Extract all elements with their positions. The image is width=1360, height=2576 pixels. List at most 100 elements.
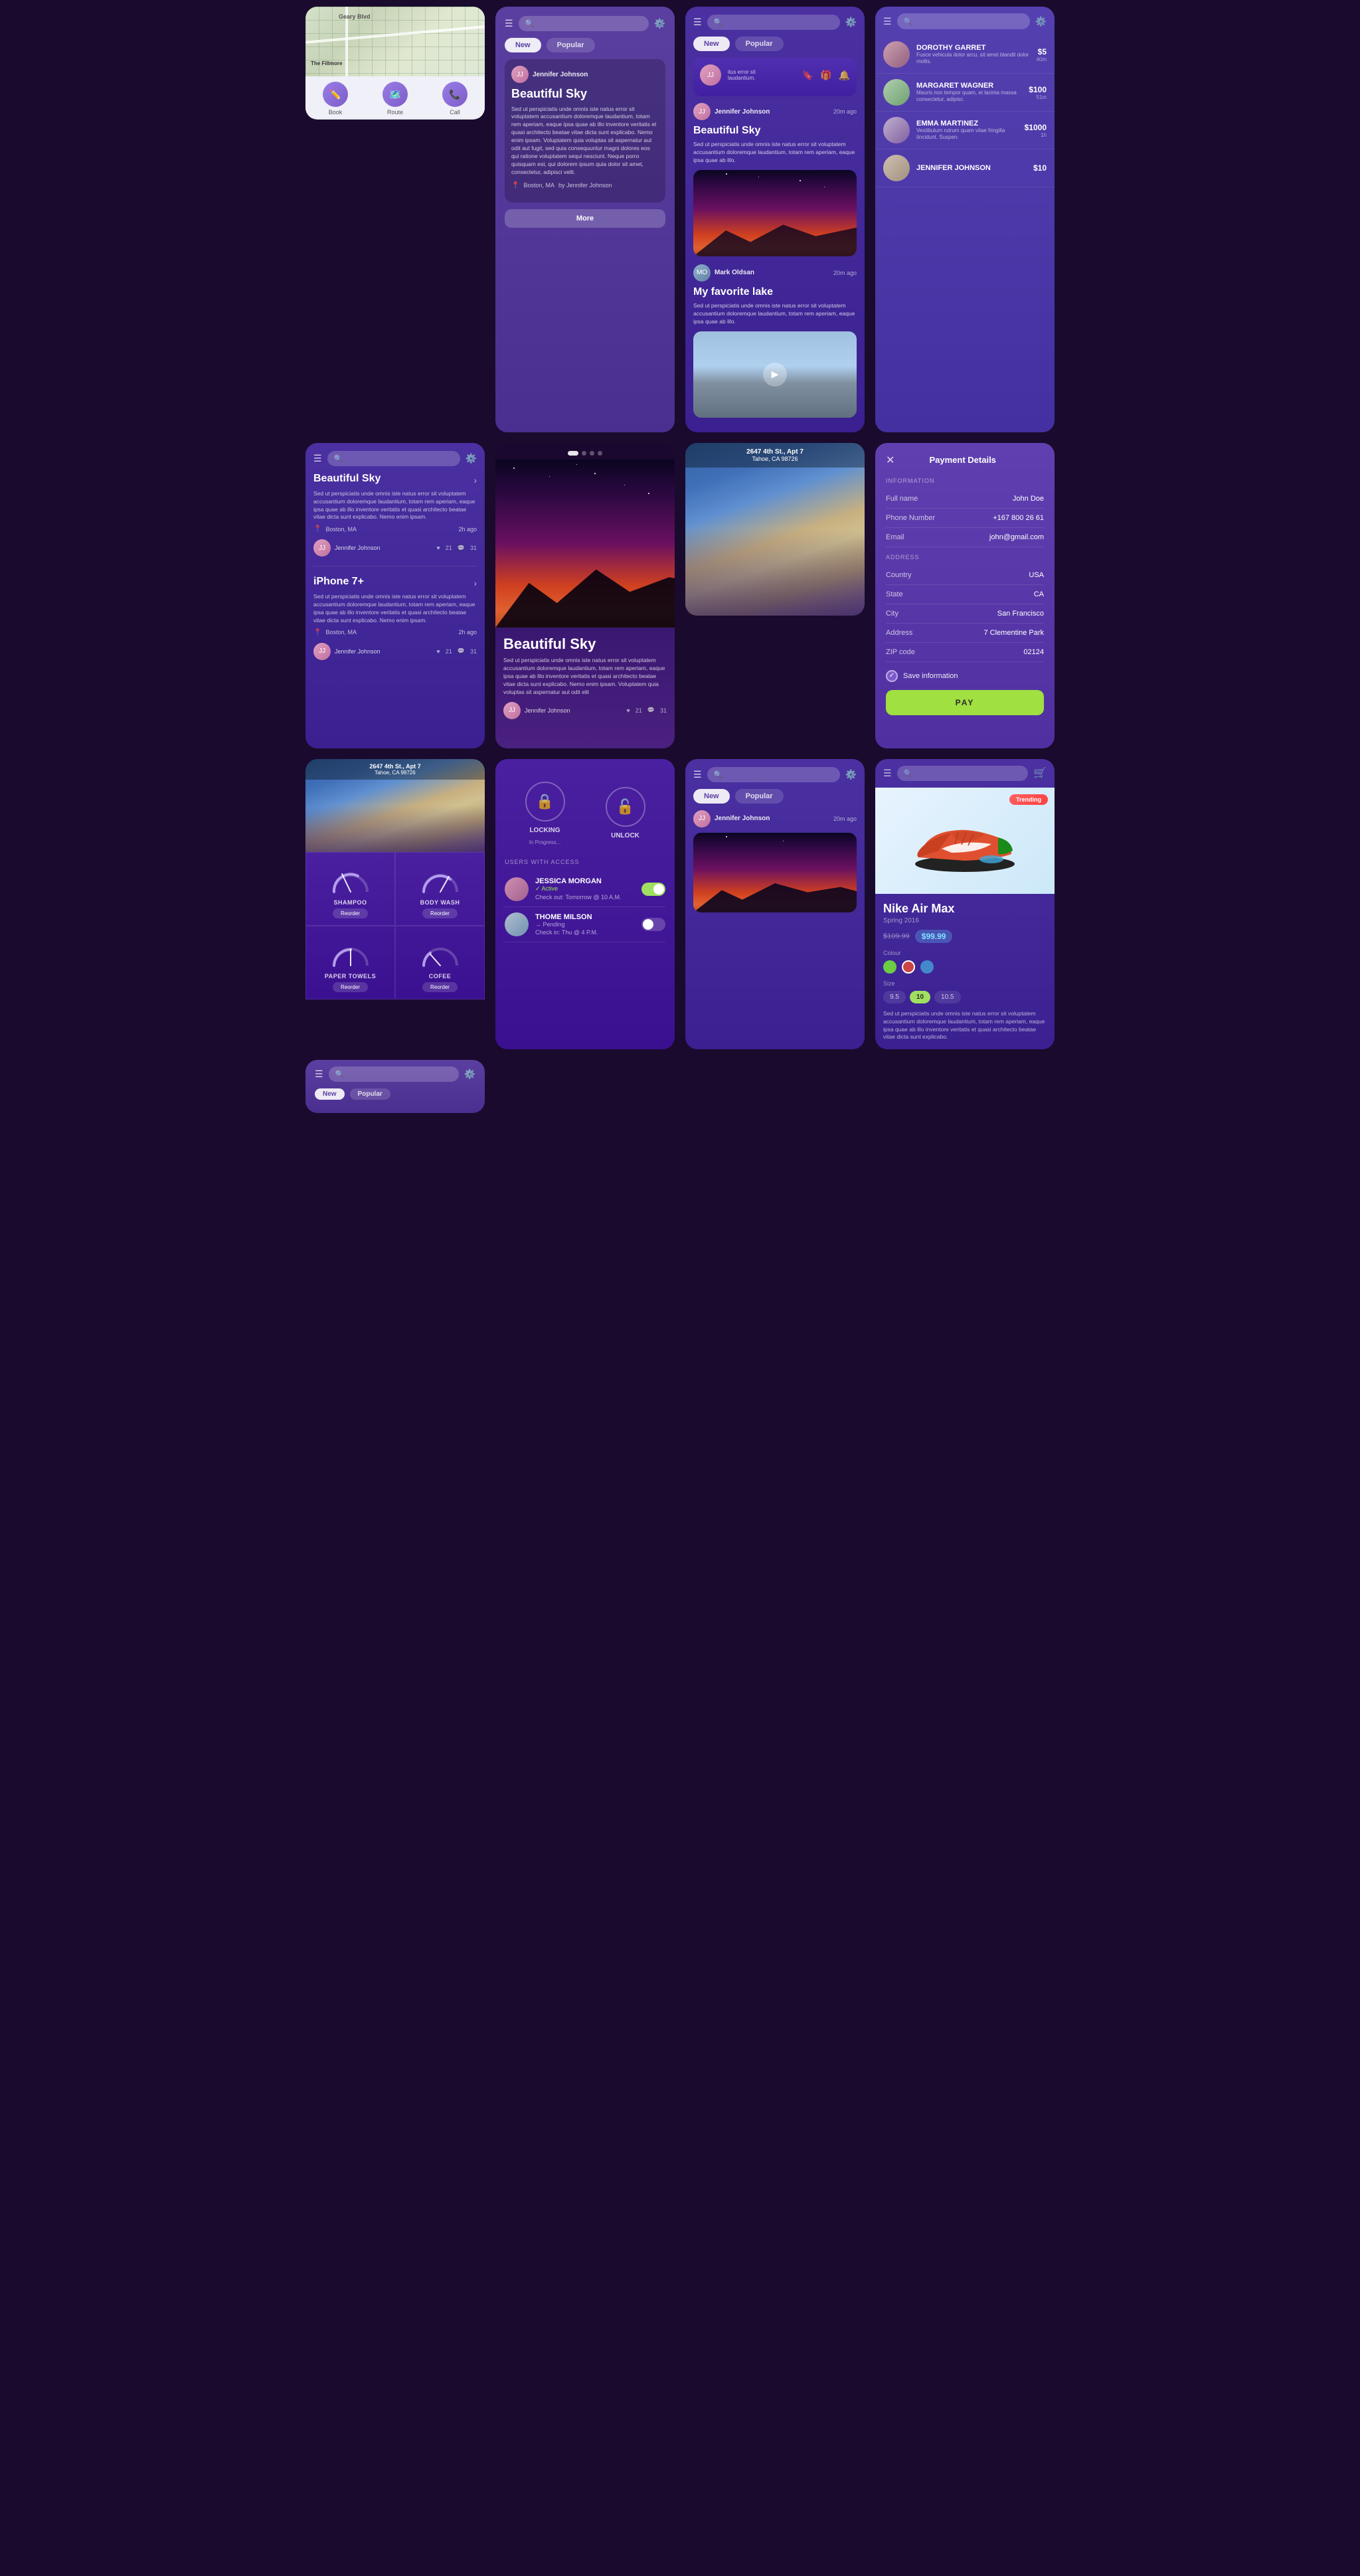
tab-popular-1[interactable]: Popular — [547, 38, 595, 52]
bs-location-2: Boston, MA — [325, 629, 357, 636]
color-blue[interactable] — [920, 960, 934, 974]
bs-loc-icon-1: 📍 — [313, 525, 321, 533]
art1-body: Sed ut perspiciatis unde omnis iste natu… — [693, 141, 857, 165]
menu-icon-1[interactable]: ☰ — [505, 18, 513, 29]
people-menu-icon[interactable]: ☰ — [883, 16, 892, 27]
bs-title-1: Beautiful Sky — [313, 473, 381, 485]
search-input-wrap-5[interactable]: 🔍 — [329, 1067, 459, 1082]
sky-footer-right: ♥ 21 💬 31 — [626, 707, 667, 714]
filter-icon-3[interactable]: ⚙️ — [466, 453, 477, 464]
art2-author: Mark Oldsan — [715, 269, 754, 276]
product-desc: Sed ut perspiciatis unde omnis iste natu… — [883, 1010, 1047, 1042]
user-status-1: ✓ Active — [535, 885, 635, 893]
bs-footer-2: JJ Jennifer Johnson ♥ 21 💬 31 — [313, 643, 477, 660]
route-button[interactable]: 🗺️ Route — [382, 82, 408, 116]
search-bar-1: ☰ 🔍 ⚙️ — [505, 16, 665, 31]
tab-new-1[interactable]: New — [505, 38, 541, 52]
pay-button[interactable]: PAY — [886, 690, 1044, 715]
filter-icon-4[interactable]: ⚙️ — [845, 769, 857, 780]
person-avatar-3 — [883, 117, 910, 143]
tab-new-5[interactable]: New — [315, 1088, 345, 1100]
bs-avatar-1: JJ — [313, 539, 331, 557]
person-name-3: EMMA MARTINEZ — [916, 120, 1018, 128]
tab-new-4[interactable]: New — [693, 789, 730, 804]
search-input-wrap-2[interactable]: 🔍 — [707, 15, 840, 30]
bell-icon[interactable]: 🔔 — [839, 70, 850, 81]
save-checkbox[interactable]: ✓ — [886, 670, 898, 682]
bs-time-1: 2h ago — [458, 526, 477, 533]
payment-close-button[interactable]: ✕ — [886, 454, 894, 467]
shampoo-reorder-button[interactable]: Reorder — [333, 908, 368, 918]
article-author-tag-1: by Jennifer Johnson — [558, 182, 612, 189]
user-toggle-1[interactable] — [641, 883, 665, 896]
bs-footer-right-1: ♥ 21 💬 31 — [436, 545, 477, 552]
sky-heart-icon[interactable]: ♥ — [626, 707, 630, 714]
bs-arrow-1[interactable]: › — [473, 475, 477, 485]
person-item-3[interactable]: EMMA MARTINEZ Vestibulum rutrum quam vit… — [875, 112, 1055, 149]
art2-video[interactable]: ▶ — [693, 331, 857, 418]
bottom-avatar: JJ — [693, 810, 711, 827]
menu-icon-2[interactable]: ☰ — [693, 17, 702, 28]
bs-arrow-2[interactable]: › — [473, 578, 477, 588]
bodywash-reorder-button[interactable]: Reorder — [422, 908, 458, 918]
search-input-wrap-3[interactable]: 🔍 — [327, 451, 460, 466]
menu-icon-3[interactable]: ☰ — [313, 453, 322, 464]
user-toggle-2[interactable] — [641, 918, 665, 931]
bookmark-icon[interactable]: 🔖 — [802, 70, 813, 81]
dot-4 — [598, 451, 602, 456]
coffee-reorder-button[interactable]: Reorder — [422, 982, 458, 992]
bs-comment-icon-1[interactable]: 💬 — [458, 545, 465, 552]
address-value: 7 Clementine Park — [984, 629, 1045, 637]
supplies-grid: SHAMPOO Reorder BODY WASH Reorder — [305, 852, 485, 999]
product-search[interactable]: 🔍 — [897, 766, 1029, 781]
more-button-1[interactable]: More — [505, 209, 665, 228]
sky-comment-icon[interactable]: 💬 — [647, 707, 655, 714]
lock-item-unlock[interactable]: 🔓 UNLOCK — [606, 787, 645, 839]
zip-label: ZIP code — [886, 648, 915, 656]
tab-popular-5[interactable]: Popular — [350, 1088, 390, 1100]
bs-location-1: Boston, MA — [325, 526, 357, 533]
person-item-2[interactable]: MARGARET WAGNER Mauris non tempor quam, … — [875, 74, 1055, 112]
size-9-5[interactable]: 9.5 — [883, 991, 906, 1003]
trending-badge: Trending — [1009, 794, 1048, 805]
tab-new-2[interactable]: New — [693, 37, 730, 51]
gift-icon[interactable]: 🎁 — [820, 70, 831, 81]
size-10[interactable]: 10 — [910, 991, 930, 1003]
filter-icon-2[interactable]: ⚙️ — [845, 17, 857, 28]
tab-popular-2[interactable]: Popular — [735, 37, 784, 51]
art2-time: 20m ago — [833, 270, 857, 276]
size-10-5[interactable]: 10.5 — [934, 991, 960, 1003]
play-button[interactable]: ▶ — [763, 363, 787, 386]
bs-comment-icon-2[interactable]: 💬 — [458, 647, 465, 655]
shampoo-gauge-svg — [327, 862, 374, 895]
product-cart-icon[interactable]: 🛒 — [1033, 766, 1047, 780]
color-red[interactable] — [902, 960, 915, 974]
user-name-1: JESSICA MORGAN — [535, 877, 635, 885]
article-popup: JJ itus error sit laudantium. 🔖 🎁 🔔 — [693, 58, 857, 96]
color-green[interactable] — [883, 960, 896, 974]
city-label: City — [886, 610, 898, 618]
menu-icon-5[interactable]: ☰ — [315, 1069, 323, 1080]
payment-field-email: Email john@gmail.com — [886, 528, 1044, 547]
call-button[interactable]: 📞 Call — [442, 82, 468, 116]
menu-icon-4[interactable]: ☰ — [693, 769, 702, 780]
tab-popular-4[interactable]: Popular — [735, 789, 784, 804]
search-input-wrap-4[interactable]: 🔍 — [707, 767, 840, 782]
search-icon-4: 🔍 — [714, 770, 723, 779]
person-item-4[interactable]: JENNIFER JOHNSON $10 — [875, 149, 1055, 187]
book-button[interactable]: ✏️ Book — [323, 82, 348, 116]
person-item-1[interactable]: DOROTHY GARRET Fusce vehicula dolor arcu… — [875, 36, 1055, 74]
papertowels-reorder-button[interactable]: Reorder — [333, 982, 368, 992]
bs-heart-icon-2[interactable]: ♥ — [436, 648, 440, 655]
bs-heart-icon-1[interactable]: ♥ — [436, 545, 440, 551]
call-label: Call — [450, 109, 460, 116]
product-card: ☰ 🔍 🛒 Trending — [875, 759, 1055, 1050]
save-info-row[interactable]: ✓ Save information — [886, 670, 1044, 682]
state-label: State — [886, 590, 903, 598]
product-menu-icon[interactable]: ☰ — [883, 768, 892, 779]
filter-icon-1[interactable]: ⚙️ — [654, 18, 665, 29]
filter-icon-5[interactable]: ⚙️ — [464, 1069, 475, 1080]
house-interior-2: 2647 4th St., Apt 7 Tahoe, CA 98726 — [305, 759, 485, 852]
search-input-wrap-1[interactable]: 🔍 — [519, 16, 649, 31]
people-filter-icon[interactable]: ⚙️ — [1035, 16, 1047, 27]
